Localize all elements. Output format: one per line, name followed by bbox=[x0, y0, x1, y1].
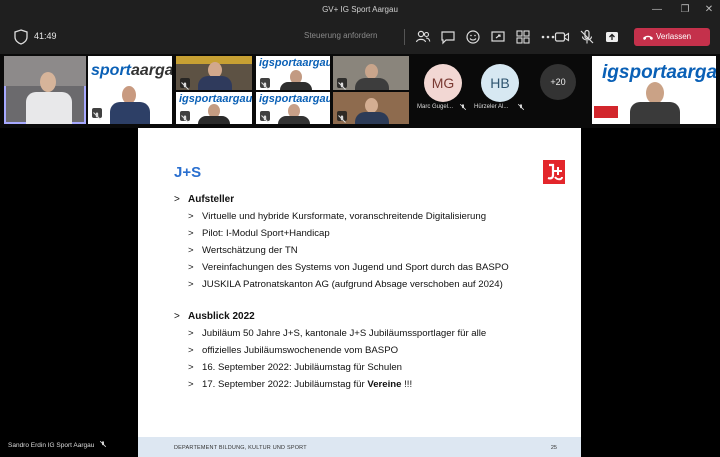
section-heading: Aufsteller bbox=[188, 194, 235, 205]
participant-face bbox=[40, 72, 56, 92]
mic-muted-icon bbox=[517, 103, 525, 111]
shield-icon bbox=[14, 29, 28, 45]
slide-footer: DEPARTEMENT BILDUNG, KULTUR UND SPORT 25 bbox=[138, 437, 581, 457]
participant-video-tile[interactable] bbox=[333, 92, 409, 124]
participant-avatar[interactable]: HB bbox=[481, 64, 519, 102]
mic-muted-icon bbox=[180, 78, 190, 90]
mic-muted-icon bbox=[260, 78, 270, 90]
people-icon[interactable] bbox=[414, 28, 432, 46]
participant-body bbox=[198, 116, 230, 124]
window-title: GV+ IG Sport Aargau bbox=[322, 5, 398, 14]
participant-body bbox=[110, 102, 150, 124]
igsportaargau-logo: igsportaargau bbox=[179, 93, 252, 105]
shared-content-stage: J+S > Aufsteller > Virtuelle und hybride … bbox=[0, 128, 720, 457]
participant-avatar[interactable]: MG bbox=[424, 64, 462, 102]
participant-video-tile[interactable]: sportaargau bbox=[88, 56, 172, 124]
emphasis-vereine: Vereine bbox=[367, 379, 402, 390]
mic-muted-icon bbox=[337, 78, 347, 90]
reactions-icon[interactable] bbox=[464, 28, 482, 46]
participant-video-self[interactable] bbox=[4, 56, 86, 124]
bullet-marker: > bbox=[174, 194, 180, 205]
mic-muted-icon bbox=[180, 111, 190, 123]
toolbar-divider bbox=[404, 29, 405, 45]
apps-grid-icon[interactable] bbox=[514, 28, 532, 46]
leave-label: Verlassen bbox=[656, 32, 692, 41]
participant-body bbox=[355, 78, 389, 90]
participant-body bbox=[630, 102, 680, 124]
participant-body bbox=[280, 82, 312, 90]
presentation-slide: J+S > Aufsteller > Virtuelle und hybride … bbox=[138, 128, 581, 457]
minimize-icon[interactable]: — bbox=[646, 3, 668, 17]
meeting-timer: 41:49 bbox=[34, 31, 57, 41]
participant-video-tile[interactable]: igsportaargau bbox=[176, 92, 252, 124]
swisslos-logo bbox=[594, 106, 618, 118]
presenter-name-label: Sandro Erdin IG Sport Aargau bbox=[8, 440, 107, 449]
participant-video-tile[interactable] bbox=[176, 56, 252, 90]
title-bar: GV+ IG Sport Aargau — ❐ ✕ bbox=[0, 0, 720, 20]
mic-muted-icon bbox=[100, 440, 107, 448]
leave-button[interactable]: Verlassen bbox=[634, 28, 710, 46]
mic-muted-icon bbox=[337, 111, 347, 123]
page-number: 25 bbox=[550, 445, 557, 451]
igsportaargau-logo: igsportaargau bbox=[602, 62, 716, 83]
meeting-toolbar: 41:49 Steuerung anfordern Verlassen bbox=[0, 20, 720, 54]
camera-icon[interactable] bbox=[553, 28, 571, 46]
mic-muted-icon bbox=[260, 111, 270, 123]
share-content-icon[interactable] bbox=[603, 28, 621, 46]
participant-name: Hürzeler Al... bbox=[474, 104, 509, 110]
participant-face bbox=[365, 64, 378, 79]
participant-body bbox=[26, 92, 72, 124]
mic-muted-icon bbox=[459, 103, 467, 111]
participant-face bbox=[365, 98, 378, 113]
igsportaargau-logo: igsportaargau bbox=[259, 57, 330, 69]
close-icon[interactable]: ✕ bbox=[698, 3, 720, 17]
chat-icon[interactable] bbox=[439, 28, 457, 46]
participant-body bbox=[278, 116, 310, 124]
bullet-marker: > bbox=[174, 311, 180, 322]
participant-video-tile[interactable]: igsportaargau bbox=[256, 56, 330, 90]
mic-muted-icon bbox=[92, 108, 102, 120]
restore-icon[interactable]: ❐ bbox=[674, 3, 696, 17]
participant-video-tile[interactable]: igsportaargau bbox=[256, 92, 330, 124]
section-heading: Ausblick 2022 bbox=[188, 311, 255, 322]
participant-body bbox=[198, 76, 232, 90]
phone-hangup-icon bbox=[643, 35, 653, 40]
js-logo-icon bbox=[543, 160, 565, 184]
participant-face bbox=[646, 82, 664, 104]
request-control-button[interactable]: Steuerung anfordern bbox=[304, 31, 377, 40]
department-label: DEPARTEMENT BILDUNG, KULTUR UND SPORT bbox=[174, 445, 307, 451]
share-screen-icon[interactable] bbox=[489, 28, 507, 46]
participant-strip: sportaargau igsportaargau igsportaargau … bbox=[0, 54, 720, 128]
more-participants-button[interactable]: +20 bbox=[540, 64, 576, 100]
microphone-muted-icon[interactable] bbox=[578, 28, 596, 46]
participant-name: Marc Gugel... bbox=[417, 104, 454, 110]
slide-title: J+S bbox=[174, 164, 202, 181]
participant-video-tile[interactable] bbox=[333, 56, 409, 90]
participant-video-tile[interactable]: igsportaargau bbox=[592, 56, 716, 124]
sportaargau-logo: sportaargau bbox=[91, 62, 172, 79]
participant-body bbox=[355, 112, 389, 124]
